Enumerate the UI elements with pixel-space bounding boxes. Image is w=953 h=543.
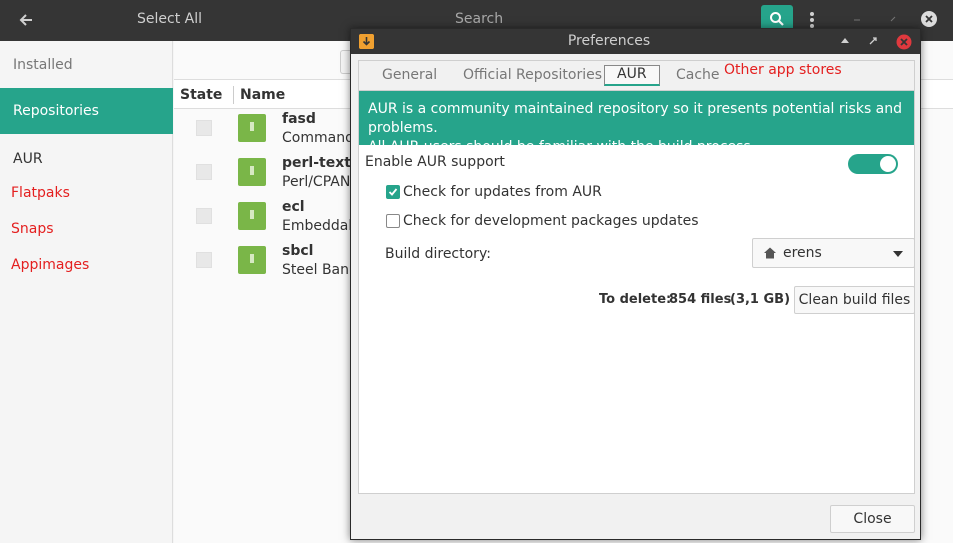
home-icon [764, 247, 776, 259]
check-updates-aur-checkbox[interactable] [386, 185, 400, 199]
dialog-titlebar: Preferences [351, 29, 920, 54]
vertical-dots-icon [810, 12, 814, 28]
package-box-icon [238, 202, 266, 230]
back-button[interactable] [10, 6, 42, 34]
close-icon[interactable] [896, 34, 912, 50]
package-name: sbcl [282, 243, 314, 259]
package-box-icon [238, 158, 266, 186]
check-devel-checkbox[interactable] [386, 214, 400, 228]
restore-icon[interactable] [867, 35, 879, 47]
enable-aur-switch[interactable] [848, 154, 898, 174]
check-updates-aur-label: Check for updates from AUR [403, 184, 602, 200]
tab-cache[interactable]: Cache [676, 67, 720, 83]
package-state-checkbox[interactable] [196, 252, 212, 268]
clean-build-files-button[interactable]: Clean build files [794, 286, 915, 314]
dialog-title: Preferences [567, 33, 651, 49]
tab-official-repositories[interactable]: Official Repositories [463, 67, 602, 83]
package-name: fasd [282, 111, 316, 127]
search-icon [770, 12, 784, 26]
close-icon [921, 11, 937, 27]
arrow-left-icon [19, 14, 32, 26]
shade-up-icon[interactable] [839, 35, 851, 47]
to-delete-label: To delete: [599, 292, 672, 307]
aur-settings-page: AUR is a community maintained repository… [358, 90, 915, 494]
preferences-dialog: Preferences General Official Repositorie… [350, 28, 921, 540]
package-state-checkbox[interactable] [196, 164, 212, 180]
annotation-other-app-stores: Other app stores [724, 62, 842, 78]
check-devel-label: Check for development packages updates [403, 213, 699, 229]
check-devel-row[interactable]: Check for development packages updates [386, 213, 699, 229]
enable-aur-label: Enable AUR support [365, 154, 505, 170]
chevron-down-icon [893, 251, 903, 257]
sidebar-item-appimages[interactable]: Appimages [0, 242, 173, 288]
package-name: ecl [282, 199, 305, 215]
banner-line-1: AUR is a community maintained repository… [368, 101, 903, 136]
column-header-state[interactable]: State [180, 87, 222, 103]
close-button[interactable]: Close [830, 505, 915, 533]
minimize-button[interactable] [850, 10, 864, 28]
package-box-icon [238, 246, 266, 274]
build-directory-label: Build directory: [385, 246, 491, 262]
maximize-button[interactable] [886, 10, 900, 28]
package-description: Steel Bank [282, 262, 358, 278]
sidebar: Installed Repositories AUR Flatpaks Snap… [0, 41, 173, 543]
to-delete-size: (3,1 GB) [730, 292, 791, 307]
switch-knob [880, 156, 896, 172]
search-label: Search [455, 11, 504, 27]
sidebar-item-installed[interactable]: Installed [0, 42, 173, 88]
tab-general[interactable]: General [382, 67, 437, 83]
package-state-checkbox[interactable] [196, 208, 212, 224]
build-directory-chooser[interactable]: erens [752, 238, 915, 268]
column-header-name[interactable]: Name [240, 87, 285, 103]
column-separator [233, 86, 234, 104]
aur-warning-banner: AUR is a community maintained repository… [359, 91, 914, 155]
to-delete-files: 854 files [669, 292, 732, 307]
build-directory-value: erens [783, 245, 822, 261]
package-state-checkbox[interactable] [196, 120, 212, 136]
package-description: Perl/CPAN [282, 174, 351, 190]
maximize-icon [890, 16, 896, 22]
minimize-icon [854, 19, 860, 21]
window-close-button[interactable] [920, 10, 938, 28]
package-box-icon [238, 114, 266, 142]
check-updates-aur-row[interactable]: Check for updates from AUR [386, 184, 602, 200]
tab-aur[interactable]: AUR [604, 65, 660, 86]
checkmark-icon [388, 188, 398, 196]
package-description: Command- [282, 130, 360, 146]
select-all-button[interactable]: Select All [137, 11, 202, 27]
sidebar-item-repositories[interactable]: Repositories [0, 88, 173, 134]
